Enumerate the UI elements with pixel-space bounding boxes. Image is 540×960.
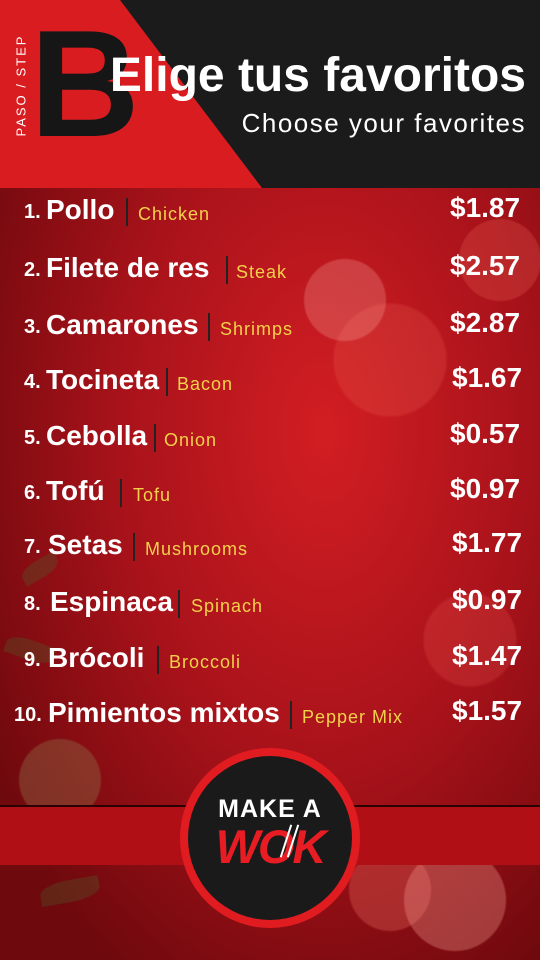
item-number: 5. — [24, 427, 41, 449]
item-name-en: Shrimps — [220, 319, 294, 339]
menu-item-filete-de-res: 2. Filete de res Steak $2.57 — [0, 250, 540, 290]
item-name-en: Spinach — [191, 596, 264, 616]
divider — [157, 646, 159, 674]
logo-line2: WOK — [215, 820, 327, 873]
item-number: 1. — [24, 201, 41, 223]
item-price: $0.97 — [452, 584, 523, 615]
item-name-es: Pollo — [46, 194, 115, 225]
item-name-es: Tocineta — [46, 364, 160, 395]
menu-item-setas: 7. Setas Mushrooms $1.77 — [0, 527, 540, 567]
item-price: $1.67 — [452, 362, 523, 393]
step-label: PASO / STEP — [13, 34, 29, 137]
menu-item-tofu: 6. Tofú Tofu $0.97 — [0, 473, 540, 513]
item-number: 6. — [24, 482, 41, 504]
divider — [178, 590, 180, 618]
item-price: $2.87 — [450, 307, 521, 338]
item-name-en: Onion — [164, 430, 218, 450]
item-name-es: Brócoli — [48, 642, 145, 673]
item-name-en: Bacon — [177, 374, 234, 394]
divider — [154, 424, 156, 452]
item-number: 2. — [24, 259, 41, 281]
item-name-es: Tofú — [46, 475, 105, 506]
menu-item-espinaca: 8. Espinaca Spinach $0.97 — [0, 584, 540, 624]
item-price: $1.47 — [452, 640, 523, 671]
item-price: $1.57 — [452, 695, 523, 726]
item-number: 9. — [24, 649, 41, 671]
divider — [120, 479, 122, 507]
divider — [208, 313, 210, 341]
item-price: $2.57 — [450, 250, 521, 281]
divider — [166, 368, 168, 396]
item-number: 7. — [24, 536, 41, 558]
item-name-en: Chicken — [138, 204, 211, 224]
item-name-es: Cebolla — [46, 420, 148, 451]
item-price: $1.87 — [450, 192, 521, 223]
item-name-es: Camarones — [46, 309, 199, 340]
page-subtitle: Choose your favorites — [241, 108, 526, 138]
divider — [290, 701, 292, 729]
menu-item-tocineta: 4. Tocineta Bacon $1.67 — [0, 362, 540, 402]
item-name-es: Setas — [48, 529, 123, 560]
menu-item-camarones: 3. Camarones Shrimps $2.87 — [0, 307, 540, 347]
menu-item-pollo: 1. Pollo Chicken $1.87 — [0, 192, 540, 232]
divider — [226, 256, 228, 284]
menu-item-cebolla: 5. Cebolla Onion $0.57 — [0, 418, 540, 458]
item-name-en: Pepper Mix — [302, 707, 404, 727]
item-price: $1.77 — [452, 527, 523, 558]
menu-item-brocoli: 9. Brócoli Broccoli $1.47 — [0, 640, 540, 680]
item-price: $0.57 — [450, 418, 521, 449]
item-number: 10. — [14, 704, 42, 726]
item-number: 8. — [24, 593, 41, 615]
item-name-en: Tofu — [133, 485, 172, 505]
item-number: 3. — [24, 316, 41, 338]
item-name-en: Mushrooms — [145, 539, 249, 559]
item-name-es: Filete de res — [46, 252, 210, 283]
divider — [126, 198, 128, 226]
item-number: 4. — [24, 371, 41, 393]
item-name-en: Broccoli — [169, 652, 242, 672]
item-name-en: Steak — [236, 262, 288, 282]
item-price: $0.97 — [450, 473, 521, 504]
page-title: Elige tus favoritos — [109, 49, 526, 102]
item-name-es: Espinaca — [50, 586, 173, 617]
menu-item-pimientos-mixtos: 10. Pimientos mixtos Pepper Mix $1.57 — [0, 695, 540, 735]
item-name-es: Pimientos mixtos — [48, 697, 280, 728]
header: PASO / STEP B Elige tus favoritos Choose… — [0, 0, 540, 188]
divider — [133, 533, 135, 561]
